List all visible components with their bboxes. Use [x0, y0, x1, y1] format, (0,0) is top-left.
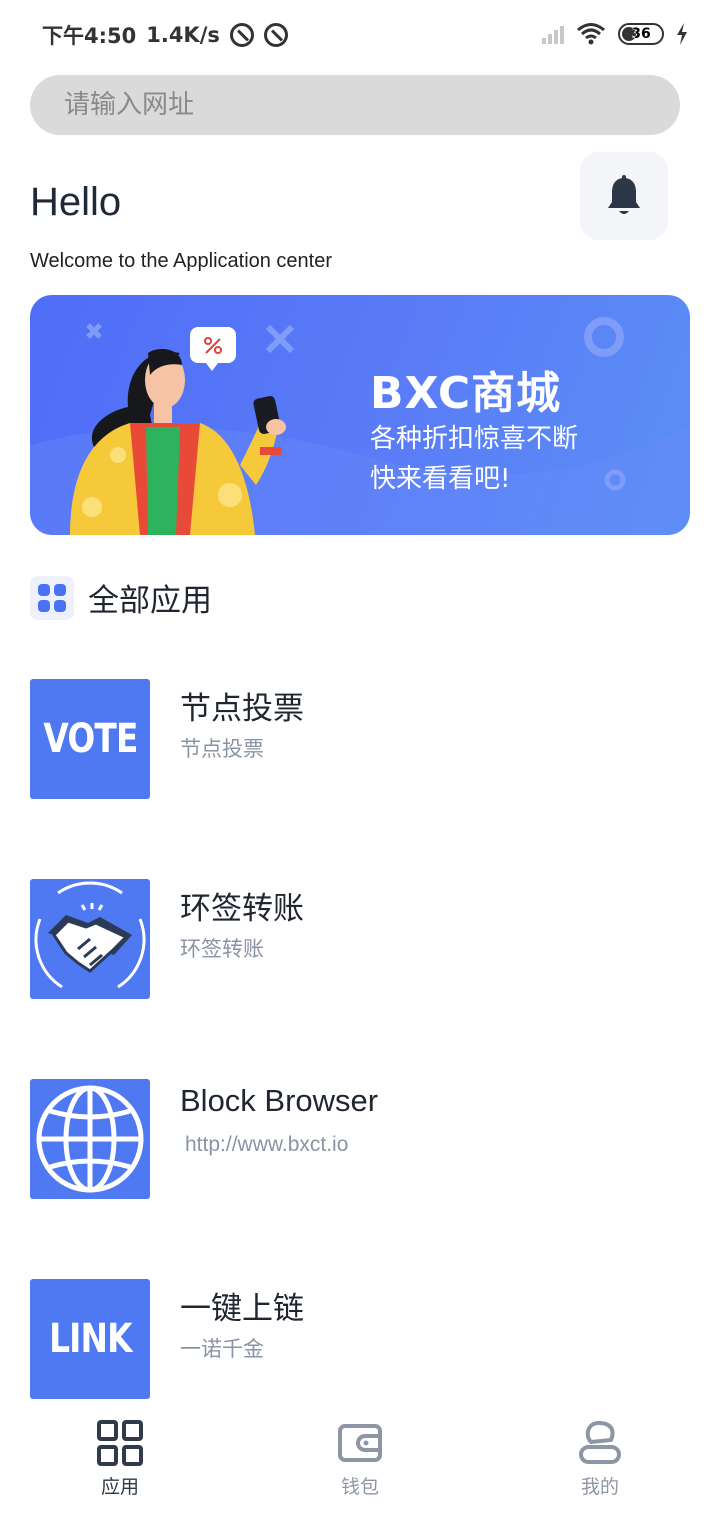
- status-bar: 下午4:50 1.4K/s 36: [0, 0, 720, 70]
- nav-label: 钱包: [340, 1476, 379, 1498]
- nav-label: 应用: [100, 1476, 139, 1498]
- banner-line-2: 快来看看吧!: [370, 464, 511, 494]
- app-name: 节点投票: [180, 691, 304, 727]
- nav-profile[interactable]: 我的: [540, 1420, 660, 1499]
- charging-icon: [677, 23, 687, 45]
- bell-icon: [608, 175, 640, 214]
- link-icon-label: LINK: [48, 1316, 133, 1362]
- banner-line-1: 各种折扣惊喜不断: [370, 424, 579, 454]
- handshake-icon: [30, 879, 150, 999]
- nav-wallet[interactable]: 钱包: [300, 1420, 420, 1499]
- vote-icon-label: VOTE: [42, 716, 138, 762]
- list-item-block-browser[interactable]: Block Browser http://www.bxct.io: [30, 1079, 690, 1199]
- greeting-title: Hello: [30, 180, 122, 224]
- app-name: Block Browser: [180, 1083, 379, 1118]
- status-right: 36: [542, 22, 688, 46]
- globe-icon: [30, 1079, 150, 1199]
- greeting-subtitle: Welcome to the Application center: [30, 250, 333, 272]
- banner-illustration: [30, 317, 690, 535]
- notification-icon: [229, 23, 254, 47]
- user-icon: [579, 1421, 621, 1464]
- list-item-vote[interactable]: VOTE 节点投票 节点投票: [30, 679, 690, 799]
- bottom-nav: 应用 钱包 我的: [0, 1400, 720, 1520]
- app-description: 一诺千金: [180, 1337, 264, 1361]
- promo-banner[interactable]: BXC商城 各种折扣惊喜不断 快来看看吧!: [30, 295, 690, 535]
- app-name: 一键上链: [180, 1291, 304, 1327]
- app-description: http://www.bxct.io: [185, 1133, 349, 1156]
- app-name: 环签转账: [180, 891, 304, 927]
- list-item-one-click-chain[interactable]: LINK 一键上链 一诺千金: [30, 1279, 690, 1399]
- banner-subtitle: 各种折扣惊喜不断 快来看看吧!: [370, 419, 578, 499]
- link-icon: LINK: [30, 1279, 150, 1399]
- notification-icon: [263, 23, 288, 47]
- vote-icon: VOTE: [30, 679, 150, 799]
- all-apps-header: 全部应用: [30, 575, 212, 620]
- battery-icon: 36: [618, 23, 664, 45]
- signal-icon: [542, 24, 564, 44]
- wallet-icon: [338, 1424, 382, 1462]
- app-description: 环签转账: [180, 937, 264, 961]
- wifi-icon: [577, 23, 605, 45]
- notification-button[interactable]: [580, 152, 668, 240]
- status-time: 下午4:50: [42, 24, 137, 48]
- apps-grid-icon: [30, 575, 74, 620]
- nav-apps[interactable]: 应用: [60, 1420, 180, 1499]
- status-left: 下午4:50 1.4K/s: [42, 20, 288, 50]
- app-description: 节点投票: [180, 737, 264, 761]
- search-input[interactable]: [30, 75, 680, 135]
- section-title: 全部应用: [88, 583, 212, 619]
- nav-label: 我的: [580, 1476, 619, 1498]
- list-item-ring-transfer[interactable]: 环签转账 环签转账: [30, 879, 690, 999]
- apps-grid-icon: [97, 1420, 143, 1466]
- banner-title: BXC商城: [370, 368, 562, 419]
- battery-level: 36: [631, 26, 651, 42]
- network-speed: 1.4K/s: [146, 23, 220, 47]
